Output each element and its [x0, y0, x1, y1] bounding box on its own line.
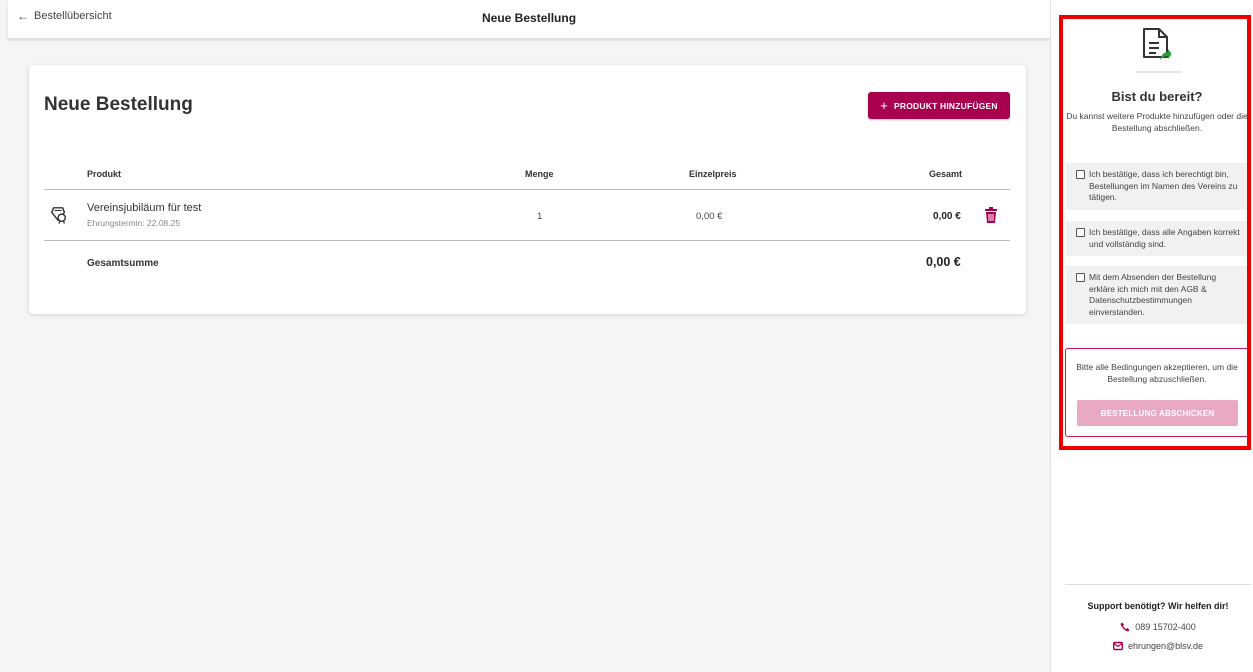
trash-icon[interactable]: [984, 207, 998, 223]
submit-area: Bitte alle Bedingungen akzeptieren, um d…: [1065, 348, 1249, 437]
phone-icon: [1120, 622, 1130, 632]
confirm-terms-checkbox[interactable]: Mit dem Absenden der Bestellung erkläre …: [1066, 266, 1248, 324]
column-unit-price: Einzelpreis: [689, 169, 737, 179]
ready-title: Bist du bereit?: [1111, 89, 1203, 104]
order-card: Neue Bestellung + PRODUKT HINZUFÜGEN Pro…: [29, 65, 1026, 314]
support-email[interactable]: ehrungen@blsv.de: [1063, 641, 1253, 651]
submit-order-button[interactable]: BESTELLUNG ABSCHICKEN: [1077, 400, 1238, 426]
product-name: Vereinsjubiläum für test: [87, 202, 202, 214]
confirm-correct-checkbox[interactable]: Ich bestätige, dass alle Angaben korrekt…: [1066, 221, 1248, 256]
support-phone-number: 089 15702-400: [1135, 622, 1196, 632]
sum-value: 0,00 €: [926, 255, 961, 269]
mail-icon: [1112, 641, 1123, 651]
plus-icon: +: [880, 98, 889, 113]
support-divider: [1065, 584, 1251, 585]
checkbox-terms[interactable]: [1076, 273, 1085, 282]
checkbox-correct[interactable]: [1076, 228, 1085, 237]
checkbox-terms-label: Mit dem Absenden der Bestellung erkläre …: [1089, 272, 1217, 317]
table-header: Produkt Menge Einzelpreis Gesamt: [44, 160, 1010, 190]
column-quantity: Menge: [525, 169, 554, 179]
back-link-label: Bestellübersicht: [34, 10, 112, 22]
add-product-label: PRODUKT HINZUFÜGEN: [894, 100, 998, 111]
table-row: Vereinsjubiläum für test Ehrungstermin: …: [44, 190, 1010, 241]
submit-hint: Bitte alle Bedingungen akzeptieren, um d…: [1076, 362, 1238, 384]
add-product-button[interactable]: + PRODUKT HINZUFÜGEN: [868, 92, 1010, 119]
card-title: Neue Bestellung: [44, 94, 193, 115]
sum-label: Gesamtsumme: [87, 258, 159, 269]
column-total: Gesamt: [929, 169, 963, 179]
confirm-authorized-checkbox[interactable]: Ich bestätige, dass ich berechtigt bin, …: [1066, 163, 1248, 210]
support-phone[interactable]: 089 15702-400: [1063, 622, 1253, 632]
top-bar: ← Bestellübersicht Neue Bestellung: [8, 0, 1050, 38]
support-title: Support benötigt? Wir helfen dir!: [1087, 601, 1229, 611]
sum-row: Gesamtsumme 0,00 €: [44, 241, 1010, 281]
document-send-icon: [1143, 28, 1171, 60]
medal-icon: [51, 207, 67, 224]
arrow-left-icon: ←: [17, 9, 29, 23]
main-area: ← Bestellübersicht Neue Bestellung Neue …: [0, 0, 1050, 672]
support-email-address: ehrungen@blsv.de: [1127, 641, 1204, 651]
checkbox-authorized-label: Ich bestätige, dass ich berechtigt bin, …: [1089, 169, 1238, 202]
product-total: 0,00 €: [933, 211, 961, 222]
page-title: Neue Bestellung: [482, 11, 577, 25]
checkbox-authorized[interactable]: [1076, 170, 1085, 179]
product-unit-price: 0,00 €: [696, 211, 723, 222]
icon-underline: [1136, 71, 1182, 73]
order-table: Produkt Menge Einzelpreis Gesamt Vereins…: [44, 160, 1010, 281]
product-date: Ehrungstermin: 22.08.25: [87, 218, 181, 228]
back-link[interactable]: ← Bestellübersicht: [17, 10, 112, 22]
ready-text: Du kannst weitere Produkte hinzufügen od…: [1066, 111, 1248, 133]
product-quantity: 1: [537, 211, 543, 222]
checkbox-correct-label: Ich bestätige, dass alle Angaben korrekt…: [1089, 227, 1240, 249]
column-product: Produkt: [87, 169, 122, 179]
